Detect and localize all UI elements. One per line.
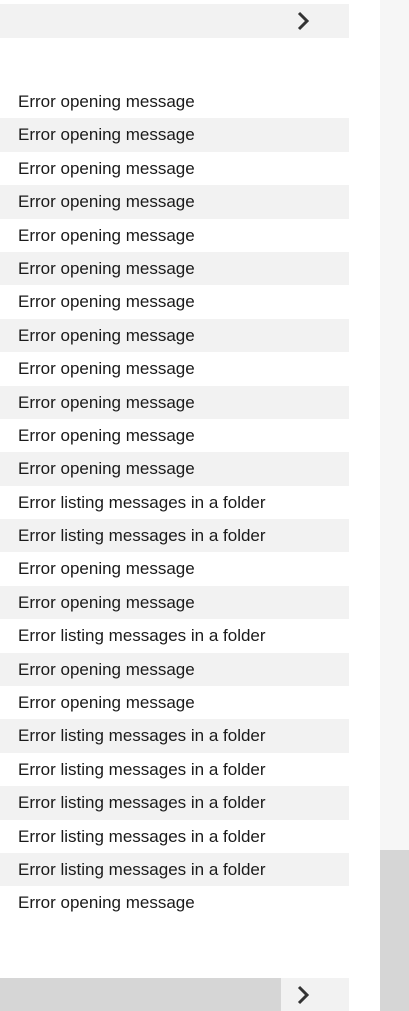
message-row[interactable]: Error opening message bbox=[0, 452, 349, 486]
message-row[interactable]: Error opening message bbox=[0, 886, 349, 919]
horizontal-scroll-thumb[interactable] bbox=[0, 978, 281, 1011]
message-row[interactable]: Error opening message bbox=[0, 552, 349, 585]
message-row[interactable]: Error opening message bbox=[0, 85, 349, 118]
message-row[interactable]: Error listing messages in a folder bbox=[0, 719, 349, 753]
message-row[interactable]: Error opening message bbox=[0, 251, 349, 286]
message-row[interactable]: Error listing messages in a folder bbox=[0, 619, 349, 652]
message-row[interactable]: Error opening message bbox=[0, 152, 349, 185]
chevron-right-icon[interactable] bbox=[291, 983, 315, 1007]
message-list: Error opening message Error opening messa… bbox=[0, 85, 349, 920]
message-row[interactable]: Error opening message bbox=[0, 318, 349, 353]
right-gutter bbox=[349, 0, 380, 1011]
vertical-scrollbar[interactable] bbox=[380, 0, 409, 1011]
horizontal-scrollbar[interactable] bbox=[0, 978, 349, 1011]
message-row[interactable]: Error listing messages in a folder bbox=[0, 519, 349, 553]
message-row[interactable]: Error opening message bbox=[0, 419, 349, 452]
top-header-bar bbox=[0, 4, 349, 38]
message-row[interactable]: Error opening message bbox=[0, 219, 349, 252]
message-row[interactable]: Error opening message bbox=[0, 652, 349, 687]
message-row[interactable]: Error opening message bbox=[0, 385, 349, 419]
message-row[interactable]: Error listing messages in a folder bbox=[0, 852, 349, 887]
message-row[interactable]: Error listing messages in a folder bbox=[0, 820, 349, 853]
message-row[interactable]: Error opening message bbox=[0, 585, 349, 620]
message-row[interactable]: Error opening message bbox=[0, 118, 349, 152]
chevron-right-icon[interactable] bbox=[291, 9, 315, 33]
message-row[interactable]: Error opening message bbox=[0, 185, 349, 219]
message-row[interactable]: Error opening message bbox=[0, 352, 349, 385]
message-row[interactable]: Error listing messages in a folder bbox=[0, 753, 349, 786]
vertical-scroll-thumb[interactable] bbox=[380, 850, 409, 1011]
message-row[interactable]: Error opening message bbox=[0, 285, 349, 318]
error-log-pane: Error opening message Error opening messa… bbox=[0, 0, 409, 1011]
message-row[interactable]: Error listing messages in a folder bbox=[0, 486, 349, 519]
message-row[interactable]: Error opening message bbox=[0, 686, 349, 719]
message-row[interactable]: Error listing messages in a folder bbox=[0, 786, 349, 820]
